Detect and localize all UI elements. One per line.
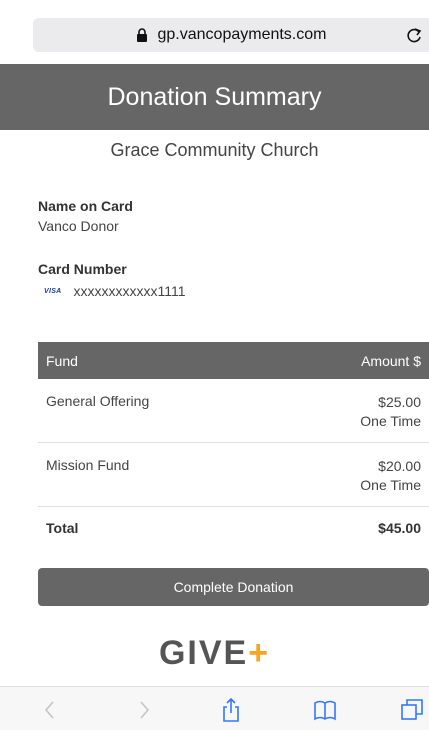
address-bar[interactable]: gp.vancopayments.com <box>33 18 429 52</box>
complete-donation-label: Complete Donation <box>173 579 294 595</box>
organization-name: Grace Community Church <box>110 140 319 160</box>
back-icon[interactable] <box>38 697 62 723</box>
table-row: General Offering $25.00 One Time <box>38 379 429 443</box>
share-icon[interactable] <box>219 697 243 723</box>
name-on-card-value: Vanco Donor <box>38 218 119 234</box>
browser-chrome: gp.vancopayments.com <box>0 0 429 64</box>
tabs-icon[interactable] <box>400 697 424 723</box>
card-number-row: VISA xxxxxxxxxxxx1111 <box>44 283 186 299</box>
logo-plus: + <box>248 634 271 672</box>
fund-name: Mission Fund <box>46 457 130 473</box>
page: gp.vancopayments.com Donation Summary Gr… <box>0 0 429 730</box>
reload-icon[interactable] <box>405 25 423 45</box>
total-label: Total <box>46 520 79 536</box>
total-value: $45.00 <box>378 520 421 536</box>
name-on-card-label: Name on Card <box>38 198 133 214</box>
complete-donation-button[interactable]: Complete Donation <box>38 568 429 606</box>
visa-icon: VISA <box>44 287 62 295</box>
fund-column-header: Fund <box>46 352 78 369</box>
table-header: Fund Amount $ <box>38 342 429 379</box>
forward-icon[interactable] <box>132 697 156 723</box>
page-header: Donation Summary <box>0 64 429 130</box>
amount-column-header: Amount $ <box>361 352 421 369</box>
table-row: Mission Fund $20.00 One Time <box>38 443 429 507</box>
url-text: gp.vancopayments.com <box>157 26 327 43</box>
donation-table: Fund Amount $ General Offering $25.00 On… <box>38 342 429 549</box>
fund-amount: $20.00 <box>378 458 421 474</box>
fund-frequency: One Time <box>360 413 421 429</box>
card-number-label: Card Number <box>38 261 127 277</box>
fund-amount: $25.00 <box>378 394 421 410</box>
logo-text: GIVE <box>158 634 249 672</box>
lock-icon <box>136 27 150 43</box>
fund-frequency: One Time <box>360 477 421 493</box>
fund-name: General Offering <box>46 393 150 409</box>
give-plus-logo: GIVE+ <box>0 634 429 673</box>
browser-toolbar <box>0 686 429 730</box>
page-title: Donation Summary <box>107 82 322 111</box>
card-number-value: xxxxxxxxxxxx1111 <box>73 283 186 299</box>
bookmarks-icon[interactable] <box>313 697 337 723</box>
total-row: Total $45.00 <box>38 507 429 549</box>
